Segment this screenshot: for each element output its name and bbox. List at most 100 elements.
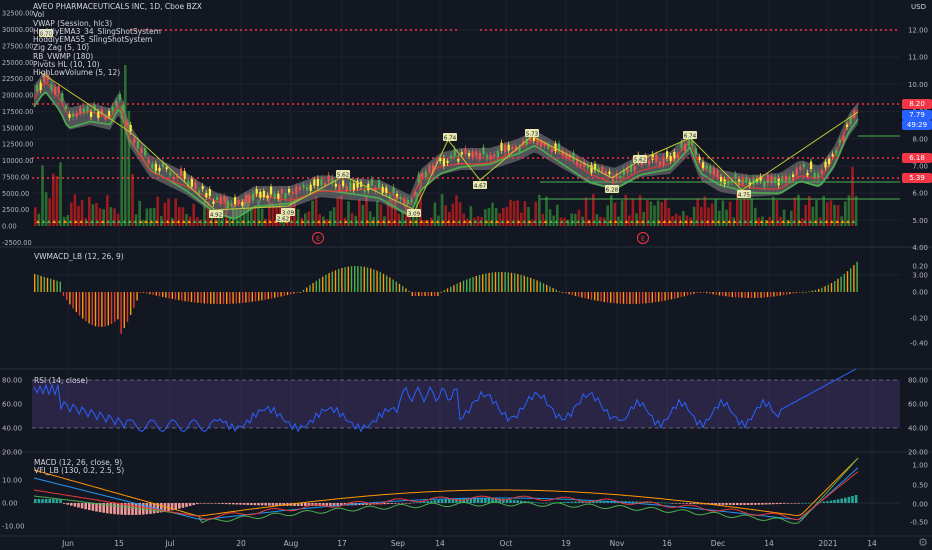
vwmacd-bar xyxy=(392,279,394,292)
symbol-title[interactable]: AVEO PHARMACEUTICALS INC, 1D, Cboe BZX xyxy=(33,2,202,11)
candle-body xyxy=(471,151,474,158)
volume-bar xyxy=(113,208,116,226)
macd-histogram-bar xyxy=(736,503,739,505)
vwmacd-bar xyxy=(62,292,65,296)
vwmacd-bar xyxy=(88,292,90,324)
vwmacd-bar xyxy=(418,292,420,296)
vwmacd-bar xyxy=(405,288,407,292)
macd-histogram-bar xyxy=(401,503,404,504)
volume-bar xyxy=(746,199,750,226)
volume-tick: 17500.00 xyxy=(2,108,33,116)
volume-bar xyxy=(59,162,62,226)
volume-bar xyxy=(768,216,771,226)
vwmacd-bar xyxy=(274,292,276,298)
indicator-highlow-volume[interactable]: HighLowVolume (5, 12) xyxy=(33,69,202,78)
time-label: Nov xyxy=(610,539,625,548)
macd-histogram-bar xyxy=(768,503,771,505)
vwmacd-bar xyxy=(190,292,193,303)
vwmacd-bar xyxy=(638,292,641,304)
vwmacd-bar xyxy=(702,292,705,293)
vwmacd-bar xyxy=(245,292,247,303)
macd-histogram-bar xyxy=(656,502,660,503)
vwmacd-bar xyxy=(318,278,321,292)
volume-bar xyxy=(44,192,48,226)
candle-body xyxy=(846,124,849,128)
candle-body xyxy=(255,188,258,194)
volume-bar xyxy=(52,173,55,226)
vwmacd-bar xyxy=(770,292,772,297)
vwmacd-bar xyxy=(853,265,855,292)
currency-label[interactable]: USD xyxy=(911,3,926,11)
vwmacd-bar xyxy=(789,292,791,294)
macd-histogram-bar xyxy=(181,503,185,508)
candle-body xyxy=(349,182,352,191)
vwmacd-bar xyxy=(306,287,308,292)
pivot-label: 4.75 xyxy=(738,193,751,199)
vwmacd-bar xyxy=(494,272,497,292)
candle-body xyxy=(684,143,687,151)
candle-body xyxy=(352,183,355,190)
vwmacd-label[interactable]: VWMACD_LB (12, 26, 9) xyxy=(34,252,124,261)
vwmacd-bar xyxy=(488,272,490,292)
macd-histogram-bar xyxy=(206,503,210,504)
macd-histogram-bar xyxy=(188,503,192,506)
volume-bar xyxy=(350,212,354,226)
volume-tick: 2500.00 xyxy=(2,206,29,214)
macd-histogram-bar xyxy=(595,501,599,503)
vwmacd-bar xyxy=(101,292,103,327)
volume-tick: 22500.00 xyxy=(2,75,33,83)
rsi-label[interactable]: RSI (14, close) xyxy=(34,376,88,385)
volume-bar xyxy=(433,202,437,226)
vwmacd-bar xyxy=(402,286,404,292)
volume-bar xyxy=(714,199,717,226)
vwmacd-bar xyxy=(578,292,580,297)
vwmacd-bar xyxy=(456,283,458,292)
settings-gear-icon[interactable]: ⚙ xyxy=(918,536,928,549)
macd-histogram-bar xyxy=(484,498,487,503)
vwmacd-tick: -0.20 xyxy=(910,315,928,323)
macd-histogram-bar xyxy=(563,501,566,503)
vwmacd-bar xyxy=(302,289,305,292)
candle-body xyxy=(507,144,510,151)
volume-bar xyxy=(55,176,59,226)
price-tag-resistance-high: 8.20 xyxy=(902,99,932,109)
macd-histogram-bar xyxy=(134,503,138,515)
macd-histogram-bar xyxy=(246,503,249,505)
volume-bar xyxy=(41,165,44,226)
volume-bar xyxy=(178,207,181,226)
candle-body xyxy=(118,93,121,100)
volume-bar xyxy=(145,208,149,226)
volume-bar xyxy=(314,196,318,226)
vwmacd-bar xyxy=(277,292,279,298)
candle-body xyxy=(504,144,507,153)
vwmacd-bar xyxy=(328,273,330,292)
vwmacd-bar xyxy=(338,269,340,292)
candle-body xyxy=(169,172,172,176)
vfi-label[interactable]: VFI_LB (130, 0.2, 2.5, 5) xyxy=(34,466,124,475)
vwmacd-bar xyxy=(674,292,676,299)
candle-body xyxy=(205,192,208,198)
chart-canvas[interactable]: Jun 15 Jul 20 Aug 17 Sep 14 Oct 19 Nov 16 Dec 14 2021 1… xyxy=(0,0,932,550)
vwmacd-bar xyxy=(658,292,660,302)
volume-bar xyxy=(88,197,91,226)
candle-body xyxy=(428,165,431,172)
candle-body xyxy=(302,184,305,188)
volume-bar xyxy=(782,209,786,226)
macd-right-tick: -0.50 xyxy=(910,519,928,527)
vwmacd-bar xyxy=(40,275,42,292)
rsi-right-tick: 80.00 xyxy=(908,377,928,385)
vwmacd-bar xyxy=(200,292,202,304)
vwmacd-bar xyxy=(779,292,781,296)
volume-bar xyxy=(674,213,678,226)
macd-histogram-bar xyxy=(566,501,570,503)
vwmacd-bar xyxy=(683,292,685,297)
vwmacd-bar xyxy=(741,292,743,298)
vwmacd-bar xyxy=(472,276,474,292)
macd-histogram-bar xyxy=(253,503,257,506)
macd-histogram-bar xyxy=(214,503,217,504)
candle-body xyxy=(399,197,402,200)
vwmacd-bar xyxy=(334,270,337,292)
candle-body xyxy=(414,192,417,195)
macd-histogram-bar xyxy=(404,503,408,504)
macd-histogram-bar xyxy=(426,501,429,503)
